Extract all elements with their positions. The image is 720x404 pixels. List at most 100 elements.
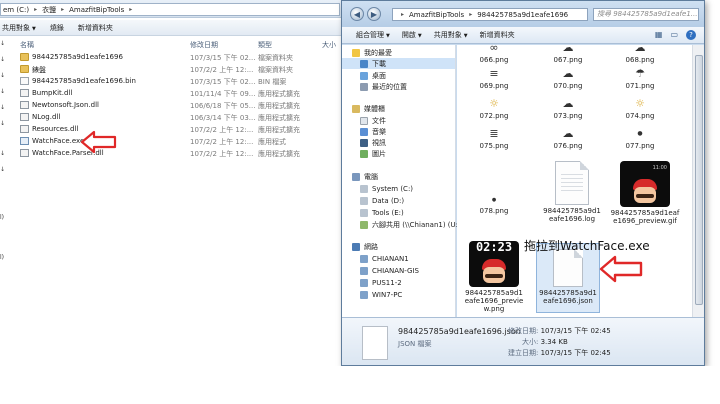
left-edge-char: ↓ bbox=[0, 56, 6, 63]
share-menu-button[interactable]: 共用對象 ▼ bbox=[2, 23, 36, 33]
file-tile[interactable]: ● 077.png bbox=[613, 127, 667, 151]
open-button[interactable]: 開啟 ▼ bbox=[402, 30, 422, 40]
nav-net-chianan1[interactable]: CHIANAN1 bbox=[360, 253, 409, 264]
file-date: 106/6/18 下午 05... bbox=[190, 102, 256, 110]
file-row[interactable]: WatchFace.Parser.dll 107/2/2 上午 12:... 應用程… bbox=[0, 148, 345, 159]
nav-label: 文件 bbox=[372, 116, 386, 125]
left-edge-char: ↓ bbox=[0, 88, 6, 95]
column-header-size[interactable]: 大小 bbox=[322, 40, 336, 50]
file-row[interactable]: NLog.dll 106/3/14 下午 03... 應用程式擴充 bbox=[0, 112, 345, 123]
nav-network[interactable]: 網路 bbox=[352, 241, 378, 252]
nav-drive-e[interactable]: Tools (E:) bbox=[360, 207, 404, 218]
burn-button[interactable]: 燒錄 bbox=[50, 23, 64, 33]
scrollbar-thumb[interactable] bbox=[695, 55, 703, 305]
address-crumb[interactable]: 衣鹽 bbox=[42, 5, 56, 15]
file-tile-json-selected[interactable]: 984425785a9d1eafe1696.json bbox=[537, 249, 599, 305]
nav-music[interactable]: 音樂 bbox=[360, 126, 386, 137]
preview-pane-icon[interactable]: ▭ bbox=[670, 30, 678, 40]
back-address-field[interactable]: em (C:) ▸ 衣鹽 ▸ AmazfitBipTools ▸ bbox=[0, 3, 340, 16]
address-crumb[interactable]: AmazfitBipTools bbox=[69, 6, 124, 14]
nav-net-win7-pc[interactable]: WIN7-PC bbox=[360, 289, 402, 300]
file-tile[interactable]: ∞ 066.png bbox=[467, 45, 521, 64]
file-tile[interactable]: ● 078.png bbox=[467, 195, 521, 215]
nav-label: Tools (E:) bbox=[372, 208, 404, 217]
nav-net-pus11-2[interactable]: PUS11-2 bbox=[360, 277, 402, 288]
new-folder-button[interactable]: 新增資料夾 bbox=[78, 23, 113, 33]
file-type: 應用程式 bbox=[258, 138, 286, 146]
search-input[interactable]: 搜尋 984425785a9d1eafe1... bbox=[593, 8, 699, 21]
vertical-scrollbar[interactable] bbox=[692, 45, 704, 317]
file-tile[interactable]: ☁ 070.png bbox=[541, 67, 595, 91]
nav-label: 桌面 bbox=[372, 71, 386, 80]
column-headers: 名稱 修改日期 類型 大小 bbox=[0, 36, 345, 50]
details-size: 大小: 3.34 KB bbox=[522, 337, 568, 347]
column-header-type[interactable]: 類型 bbox=[258, 40, 272, 50]
file-tile[interactable]: ≡ 069.png bbox=[467, 67, 521, 91]
file-date: 107/3/15 下午 02... bbox=[190, 78, 256, 86]
nav-downloads[interactable]: 下載 bbox=[342, 58, 455, 69]
organize-button[interactable]: 組合管理 ▼ bbox=[356, 30, 390, 40]
details-value: 107/3/15 下午 02:45 bbox=[540, 327, 611, 335]
file-tile[interactable]: 02:23 984425785a9d1eafe1696_preview.png bbox=[463, 241, 525, 313]
network-icon bbox=[352, 242, 360, 251]
nav-drive-c[interactable]: System (C:) bbox=[360, 183, 413, 194]
column-header-date[interactable]: 修改日期 bbox=[190, 40, 218, 50]
nav-favorites[interactable]: 我的最愛 bbox=[352, 47, 392, 58]
file-row-watchface-exe[interactable]: WatchFace.exe 107/2/2 上午 12:... 應用程式 bbox=[0, 136, 345, 147]
nav-net-chianan-gis[interactable]: CHIANAN-GIS bbox=[360, 265, 419, 276]
file-row[interactable]: BumpKit.dll 101/11/4 下午 09... 應用程式擴充 bbox=[0, 88, 345, 99]
computer-icon bbox=[352, 172, 360, 181]
file-name: 984425785a9d1eafe1696.log bbox=[543, 207, 601, 223]
column-header-name[interactable]: 名稱 bbox=[20, 40, 34, 50]
address-bar[interactable]: ▸ AmazfitBipTools ▸ 984425785a9d1eafe169… bbox=[392, 8, 588, 21]
file-tile[interactable]: ☂ 071.png bbox=[613, 67, 667, 91]
nav-drive-d[interactable]: Data (D:) bbox=[360, 195, 404, 206]
document-icon bbox=[553, 249, 583, 287]
file-tile[interactable]: ☼ 072.png bbox=[467, 96, 521, 121]
nav-recent[interactable]: 最近的位置 bbox=[360, 81, 407, 92]
file-tile[interactable]: ☁ 067.png bbox=[541, 45, 595, 64]
document-icon bbox=[555, 161, 589, 205]
sun-icon: ☼ bbox=[489, 96, 499, 110]
file-row[interactable]: 錶盤 107/2/2 上午 12:... 檔案資料夾 bbox=[0, 64, 345, 75]
file-row[interactable]: 984425785a9d1eafe1696.bin 107/3/15 下午 02.… bbox=[0, 76, 345, 87]
nav-desktop[interactable]: 桌面 bbox=[360, 70, 386, 81]
help-icon[interactable]: ? bbox=[686, 30, 696, 40]
file-tile[interactable]: ≣ 075.png bbox=[467, 127, 521, 151]
page-fold bbox=[580, 161, 589, 170]
file-row[interactable]: Resources.dll 107/2/2 上午 12:... 應用程式擴充 bbox=[0, 124, 345, 135]
watchface-preview-image: 02:23 bbox=[469, 241, 519, 287]
file-row[interactable]: Newtonsoft.Json.dll 106/6/18 下午 05... 應用程式… bbox=[0, 100, 345, 111]
address-prefix[interactable]: em (C:) bbox=[3, 6, 29, 14]
chevron-right-icon: ▸ bbox=[34, 6, 38, 13]
file-tile[interactable]: ☼ 074.png bbox=[613, 97, 667, 121]
file-row[interactable]: 984425785a9d1eafe1696 107/3/15 下午 02... 檔案… bbox=[0, 52, 345, 63]
share-button[interactable]: 共用對象 ▼ bbox=[434, 30, 468, 40]
nav-videos[interactable]: 視訊 bbox=[360, 137, 386, 148]
forward-arrow-icon[interactable]: ▶ bbox=[367, 7, 381, 21]
file-tile[interactable]: ☁ 076.png bbox=[541, 127, 595, 151]
file-tile[interactable]: 11:00 984425785a9d1eafe1696_preview.gif bbox=[610, 161, 680, 225]
nav-pictures[interactable]: 圖片 bbox=[360, 148, 386, 159]
nav-libraries[interactable]: 媒體櫃 bbox=[352, 103, 385, 114]
back-arrow-icon[interactable]: ◀ bbox=[350, 7, 364, 21]
file-tile[interactable]: ☁ 068.png bbox=[613, 45, 667, 64]
drive-icon bbox=[360, 208, 368, 217]
organize-label: 組合管理 bbox=[356, 31, 384, 39]
address-crumb[interactable]: 984425785a9d1eafe1696 bbox=[477, 11, 568, 19]
file-tile[interactable]: 984425785a9d1eafe1696.log bbox=[541, 161, 603, 223]
dot-icon: ● bbox=[491, 197, 497, 203]
address-crumb[interactable]: AmazfitBipTools bbox=[409, 11, 464, 19]
file-tile[interactable]: ☁ 073.png bbox=[541, 97, 595, 121]
file-type: 應用程式擴充 bbox=[258, 90, 300, 98]
nav-documents[interactable]: 文件 bbox=[360, 115, 386, 126]
nav-drive-u[interactable]: 六腳共用 (\\Chianan1) (U:) bbox=[360, 219, 461, 230]
file-date: 107/3/15 下午 02... bbox=[190, 54, 256, 62]
file-name: 071.png bbox=[625, 82, 655, 90]
pc-icon bbox=[360, 278, 368, 287]
new-folder-button[interactable]: 新增資料夾 bbox=[480, 30, 515, 40]
file-name: Newtonsoft.Json.dll bbox=[32, 101, 99, 109]
network-drive-icon bbox=[360, 220, 368, 229]
nav-computer[interactable]: 電腦 bbox=[352, 171, 378, 182]
view-options-icon[interactable]: ▦ bbox=[655, 30, 663, 40]
